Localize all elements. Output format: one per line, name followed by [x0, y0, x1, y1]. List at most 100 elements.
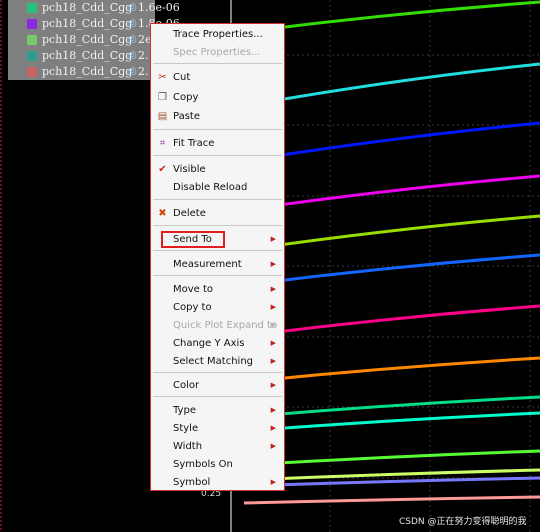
submenu-arrow-icon: ▶ [270, 424, 276, 432]
trace-curve[interactable] [243, 62, 540, 108]
menu-separator [153, 372, 282, 373]
trace-curve[interactable] [243, 411, 540, 433]
menu-item-label: Measurement [173, 259, 242, 270]
menu-item-delete[interactable]: ✖ Delete [151, 205, 284, 222]
legend-item[interactable]: pch18_Cdd_Cgg ◎ 1.6e-06 [8, 0, 180, 16]
trace-legend: pch18_Cdd_Cgg ◎ 1.6e-06 pch18_Cdd_Cgg ◎ … [8, 0, 180, 80]
visibility-eye-icon[interactable]: ◎ [128, 64, 137, 80]
menu-item-label: Disable Reload [173, 182, 248, 193]
menu-item-label: Width [173, 441, 203, 452]
x-delete-icon: ✖ [158, 208, 167, 219]
menu-item-cut[interactable]: ✂ Cut [151, 69, 284, 86]
menu-item-type[interactable]: Type ▶ [151, 402, 284, 419]
menu-separator [153, 225, 282, 226]
trace-context-menu: Trace Properties... Spec Properties... ✂… [150, 23, 285, 491]
highlight-box [161, 231, 225, 248]
menu-item-spec-properties: Spec Properties... [151, 44, 284, 61]
submenu-arrow-icon: ▶ [270, 260, 276, 268]
menu-item-label: Fit Trace [173, 138, 215, 149]
menu-separator [153, 396, 282, 397]
visibility-eye-icon[interactable]: ◎ [128, 32, 137, 48]
menu-item-label: Copy to [173, 302, 212, 313]
submenu-arrow-icon: ▶ [270, 442, 276, 450]
scissors-icon: ✂ [158, 72, 167, 83]
legend-name: pch18_Cdd_Cgg [42, 65, 133, 78]
submenu-arrow-icon: ▶ [270, 303, 276, 311]
menu-item-label: Type [173, 405, 196, 416]
legend-value: 1.6e-06 [138, 1, 180, 14]
checkmark-icon: ✔ [158, 164, 167, 175]
legend-item[interactable]: pch18_Cdd_Cgg ◎ 2. [8, 48, 155, 64]
legend-swatch [27, 19, 37, 29]
menu-item-label: Move to [173, 284, 214, 295]
submenu-arrow-icon: ▶ [270, 406, 276, 414]
menu-separator [153, 155, 282, 156]
trace-curve[interactable] [243, 0, 540, 34]
menu-item-label: Trace Properties... [173, 29, 263, 40]
menu-item-measurement[interactable]: Measurement ▶ [151, 256, 284, 273]
trace-curve[interactable] [243, 495, 540, 505]
menu-item-change-y-axis[interactable]: Change Y Axis ▶ [151, 335, 284, 352]
watermark: CSDN @正在努力变得聪明的我 [399, 517, 527, 527]
legend-name: pch18_Cdd_Cgg [42, 49, 133, 62]
submenu-arrow-icon: ▶ [270, 235, 276, 243]
menu-item-label: Select Matching [173, 356, 254, 367]
submenu-arrow-icon: ▶ [270, 478, 276, 486]
trace-curve[interactable] [243, 304, 540, 338]
menu-item-disable-reload[interactable]: Disable Reload [151, 179, 284, 196]
menu-separator [153, 129, 282, 130]
legend-item[interactable]: pch18_Cdd_Cgg ◎ 2e-06 [8, 32, 169, 48]
menu-item-label: Symbol [173, 477, 211, 488]
legend-name: pch18_Cdd_Cgg [42, 17, 133, 30]
menu-item-label: Visible [173, 164, 206, 175]
menu-item-paste[interactable]: ▤ Paste [151, 108, 284, 125]
menu-item-quick-plot-expand: Quick Plot Expand to ▶ [151, 317, 284, 334]
menu-separator [153, 275, 282, 276]
copy-icon: ❐ [158, 92, 167, 103]
menu-item-trace-properties[interactable]: Trace Properties... [151, 26, 284, 43]
menu-separator [153, 199, 282, 200]
submenu-arrow-icon: ▶ [270, 357, 276, 365]
legend-value: 2. [138, 65, 149, 78]
menu-item-select-matching[interactable]: Select Matching ▶ [151, 353, 284, 370]
menu-item-style[interactable]: Style ▶ [151, 420, 284, 437]
menu-item-label: Quick Plot Expand to [173, 320, 278, 331]
legend-swatch [27, 35, 37, 45]
visibility-eye-icon[interactable]: ◎ [128, 48, 137, 64]
menu-item-symbols-on[interactable]: Symbols On [151, 456, 284, 473]
menu-item-fit-trace[interactable]: ⌗ Fit Trace [151, 135, 284, 152]
trace-curve[interactable] [243, 356, 540, 384]
legend-name: pch18_Cdd_Cgg [42, 33, 133, 46]
menu-item-label: Paste [173, 111, 200, 122]
legend-swatch [27, 3, 37, 13]
menu-item-label: Color [173, 380, 200, 391]
visibility-eye-icon[interactable]: ◎ [128, 0, 137, 16]
menu-item-copy-to[interactable]: Copy to ▶ [151, 299, 284, 316]
menu-item-copy[interactable]: ❐ Copy [151, 89, 284, 106]
trace-curve[interactable] [243, 121, 540, 163]
menu-item-label: Spec Properties... [173, 47, 261, 58]
submenu-arrow-icon: ▶ [270, 285, 276, 293]
trace-curve[interactable] [243, 174, 540, 212]
menu-item-width[interactable]: Width ▶ [151, 438, 284, 455]
visibility-eye-icon[interactable]: ◎ [128, 16, 137, 32]
trace-curve[interactable] [243, 253, 540, 287]
legend-swatch [27, 51, 37, 61]
menu-item-symbol[interactable]: Symbol ▶ [151, 474, 284, 491]
menu-item-label: Copy [173, 92, 199, 103]
submenu-arrow-icon: ▶ [270, 321, 276, 329]
trace-group [243, 0, 540, 505]
trace-curve[interactable] [243, 449, 540, 467]
menu-item-color[interactable]: Color ▶ [151, 377, 284, 394]
legend-item[interactable]: pch18_Cdd_Cgg ◎ 1.8e-06 [8, 16, 180, 32]
submenu-arrow-icon: ▶ [270, 381, 276, 389]
menu-separator [153, 250, 282, 251]
menu-item-label: Change Y Axis [173, 338, 245, 349]
menu-item-move-to[interactable]: Move to ▶ [151, 281, 284, 298]
submenu-arrow-icon: ▶ [270, 339, 276, 347]
menu-item-visible[interactable]: ✔ Visible [151, 161, 284, 178]
legend-item[interactable]: pch18_Cdd_Cgg ◎ 2. [8, 64, 155, 80]
trace-curve[interactable] [243, 214, 540, 252]
legend-swatch [27, 67, 37, 77]
menu-separator [153, 63, 282, 64]
